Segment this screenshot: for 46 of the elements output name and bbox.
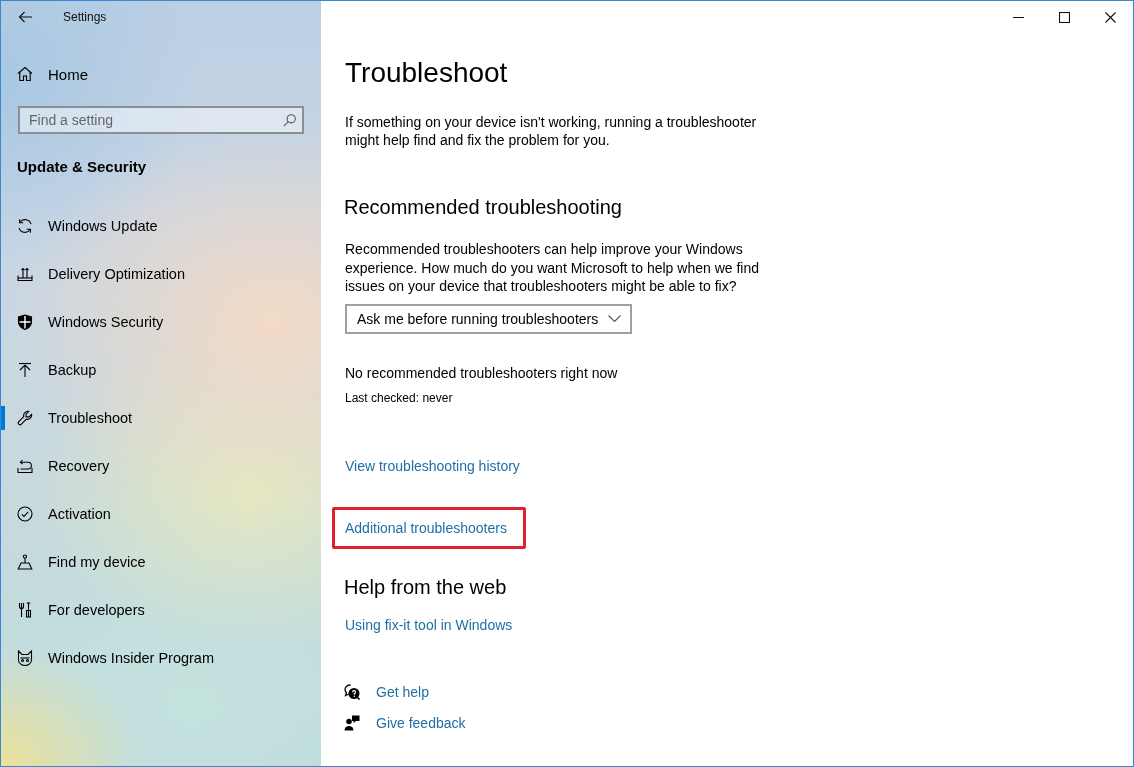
text-link[interactable]: Additional troubleshooters — [345, 517, 507, 538]
maximize-icon — [1058, 11, 1070, 23]
support-link[interactable]: Give feedback — [344, 712, 466, 733]
last-checked-text: Last checked: never — [345, 389, 454, 406]
nav-item[interactable]: Windows Update — [1, 202, 321, 250]
dropdown[interactable]: Ask me before running troubleshooters — [345, 303, 632, 334]
chevron-down-icon — [608, 315, 621, 322]
search-field[interactable]: Find a setting — [18, 106, 304, 134]
sync-icon — [17, 218, 33, 234]
upload-arrow-icon — [17, 362, 33, 378]
section-title: Update & Security — [17, 157, 148, 177]
nav-item[interactable]: Find my device — [1, 538, 321, 586]
chat-question-icon — [344, 683, 360, 700]
tools-icon — [17, 602, 33, 618]
nav-item[interactable]: Activation — [1, 490, 321, 538]
nav-item[interactable]: Backup — [1, 346, 321, 394]
nav-item[interactable]: Delivery Optimization — [1, 250, 321, 298]
section-heading: Recommended troubleshooting — [344, 195, 623, 220]
person-pin-icon — [17, 554, 33, 570]
intro-text: If something on your device isn't working, running a troubleshooter might help find and fix the problem for you. — [345, 113, 758, 149]
close-icon — [1104, 11, 1116, 23]
search-icon — [283, 114, 296, 127]
section-heading: Help from the web — [344, 574, 508, 600]
shield-icon — [17, 314, 33, 330]
home-link[interactable]: Home — [1, 54, 321, 94]
home-icon — [17, 66, 33, 82]
back-arrow-icon — [18, 11, 32, 23]
cat-face-icon — [17, 650, 33, 666]
nav-item[interactable]: Windows Insider Program — [1, 634, 321, 682]
tray-arrow-icon — [17, 458, 33, 474]
nav-item[interactable]: Recovery — [1, 442, 321, 490]
text-link[interactable]: Using fix-it tool in Windows — [345, 614, 513, 635]
wrench-icon — [17, 410, 33, 426]
nav-item[interactable]: For developers — [1, 586, 321, 634]
description-text: Recommended troubleshooters can help improve your Windows experience. How much do you want Microsoft to help when we find issues on your device that troubleshooters might be able to fix? — [345, 240, 760, 296]
support-link[interactable]: Get help — [344, 681, 429, 702]
minimize-icon — [1012, 16, 1024, 18]
window-title: Settings — [63, 10, 107, 24]
person-speech-icon — [344, 714, 360, 731]
nav-item[interactable]: Troubleshoot — [1, 394, 321, 442]
upload-tray-icon — [17, 266, 33, 282]
page-title: Troubleshoot — [345, 56, 509, 90]
check-circle-icon — [17, 506, 33, 522]
status-text: No recommended troubleshooters right now — [345, 363, 619, 383]
nav-item[interactable]: Windows Security — [1, 298, 321, 346]
text-link[interactable]: View troubleshooting history — [345, 455, 520, 476]
